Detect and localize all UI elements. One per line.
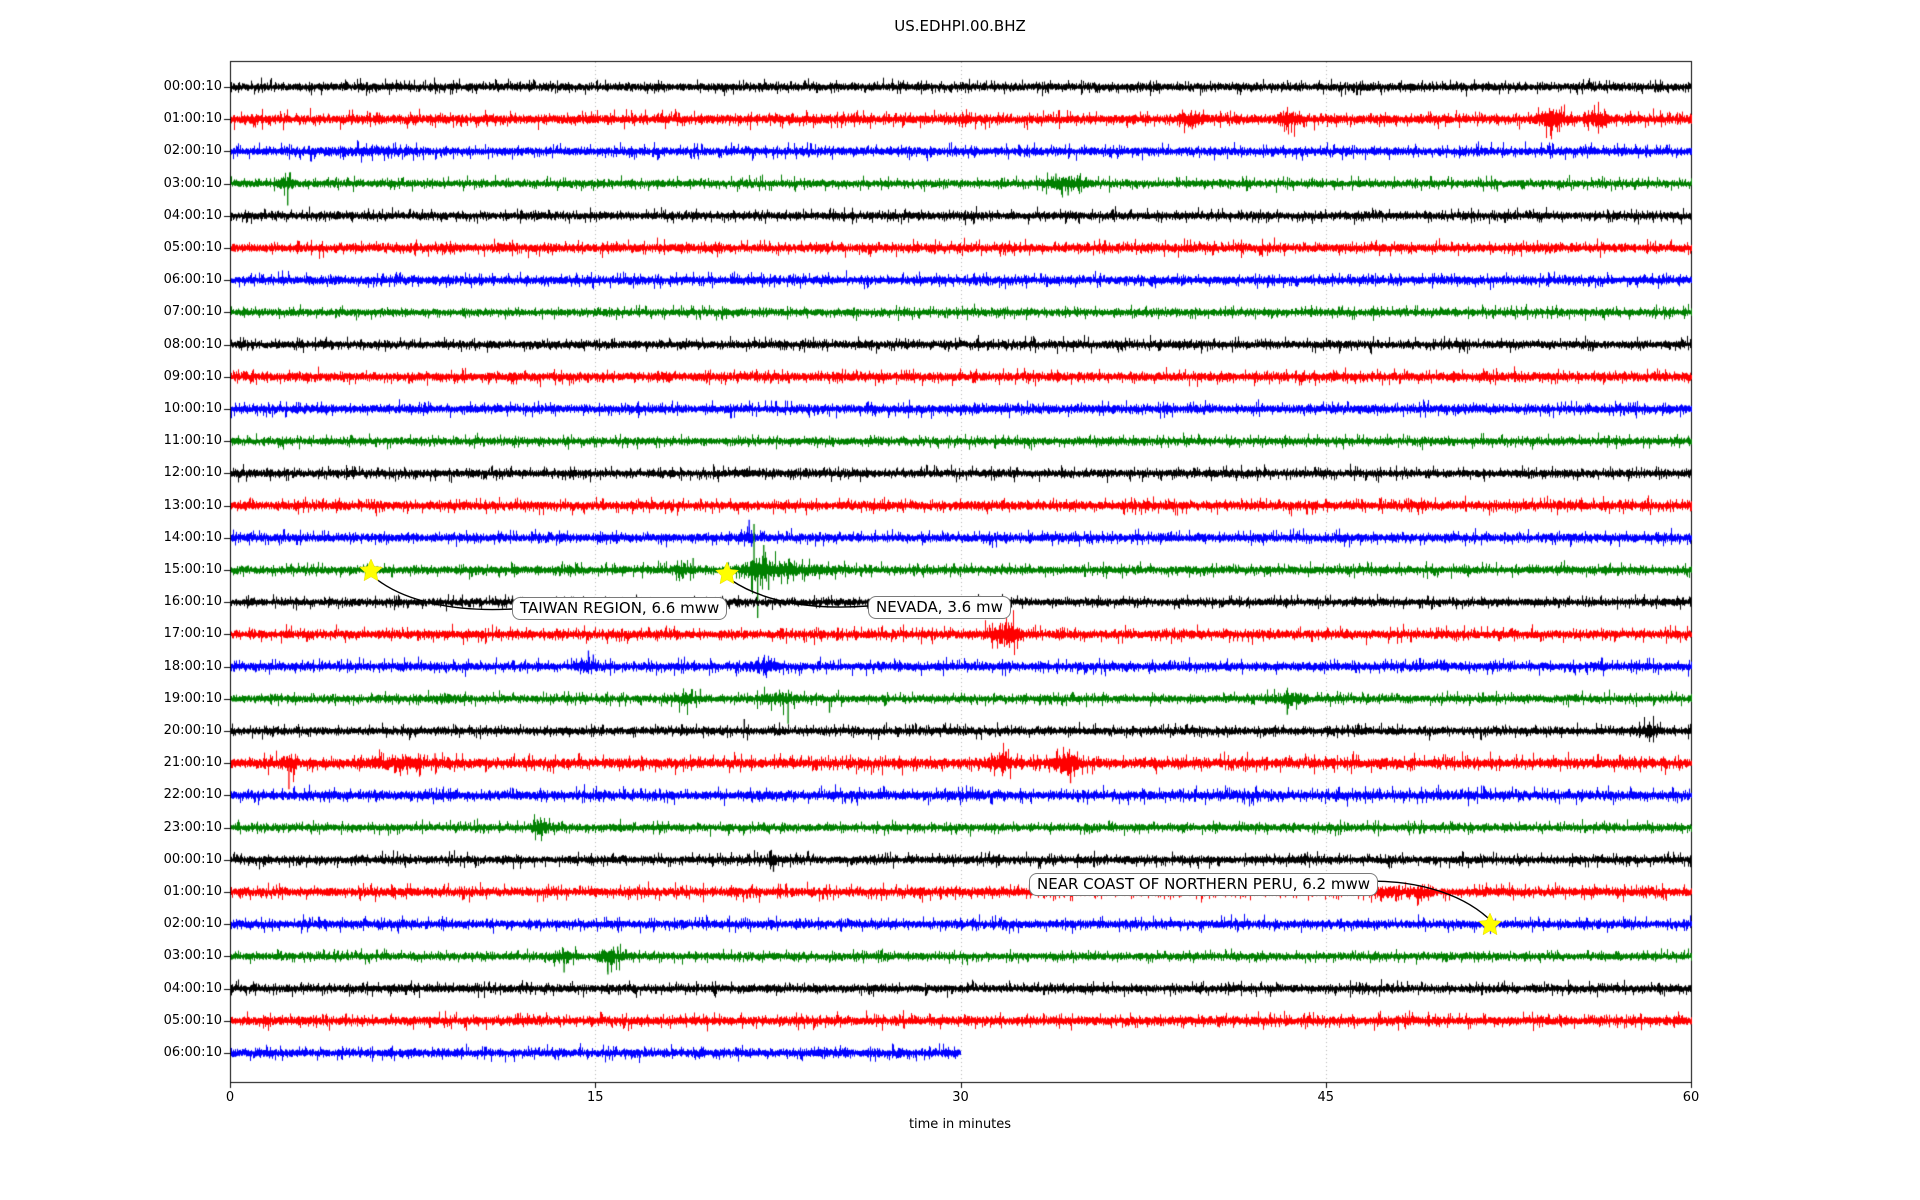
event-leader-taiwan — [374, 577, 513, 611]
event-annotation-peru: NEAR COAST OF NORTHERN PERU, 6.2 mww — [1029, 873, 1379, 896]
event-star-taiwan — [359, 558, 383, 582]
event-annotation-taiwan: TAIWAN REGION, 6.6 mww — [512, 597, 728, 620]
event-annotation-nevada: NEVADA, 3.6 mw — [868, 596, 1011, 619]
figure-window: { "title": "US.EDHPI.00.BHZ", "x_axis": … — [0, 0, 1920, 1200]
event-leader-nevada — [730, 579, 869, 608]
event-star-peru — [1478, 912, 1502, 936]
event-star-nevada — [715, 561, 739, 585]
